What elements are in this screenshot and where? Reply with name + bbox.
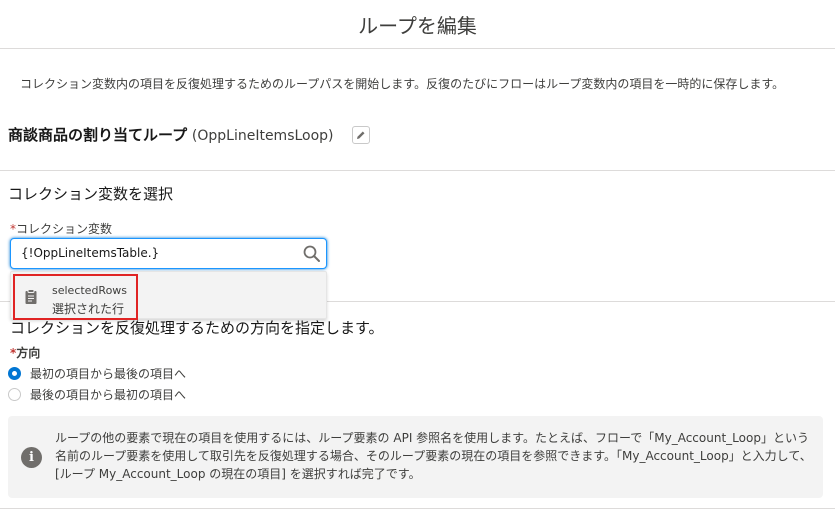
option-subtitle: 選択された行 (52, 302, 125, 316)
collection-field-label-text: コレクション変数 (16, 222, 113, 236)
radio-label: 最初の項目から最後の項目へ (30, 366, 187, 381)
collection-field-label: *コレクション変数 (10, 220, 112, 237)
direction-section-heading: コレクションを反復処理するための方向を指定します。 (10, 319, 384, 337)
radio-selected-indicator[interactable] (8, 366, 21, 380)
collection-input-value: {!OppLineItemsTable.} (21, 246, 160, 260)
edit-name-button[interactable] (352, 126, 370, 144)
element-api-name: (OppLineItemsLoop) (191, 128, 334, 144)
radio-first-to-last[interactable]: 最初の項目から最後の項目へ (8, 364, 186, 382)
direction-label-text: 方向 (16, 346, 41, 360)
option-title: selectedRows (52, 284, 128, 297)
info-text: ループの他の要素で現在の項目を使用するには、ループ要素の API 参照名を使用し… (55, 431, 812, 481)
description-text: コレクション変数内の項目を反復処理するためのループパスを開始します。反復のたびに… (20, 77, 785, 91)
pencil-icon (357, 131, 365, 139)
element-label: 商談商品の割り当てループ (8, 126, 188, 144)
footer-divider (0, 508, 835, 509)
element-name: 商談商品の割り当てループ (OppLineItemsLoop) (8, 124, 334, 145)
collection-variable-input[interactable]: {!OppLineItemsTable.} (10, 238, 327, 269)
search-icon (303, 245, 320, 262)
direction-label: *方向 (10, 344, 40, 361)
radio-last-to-first[interactable]: 最後の項目から最初の項目へ (8, 385, 186, 403)
header-divider (0, 48, 835, 49)
section-divider (0, 170, 835, 171)
collection-section-heading: コレクション変数を選択 (8, 185, 174, 203)
radio-unselected-indicator[interactable] (8, 387, 21, 401)
modal-title: ループを編集 (358, 14, 477, 38)
info-icon: i (21, 447, 42, 468)
radio-label: 最後の項目から最初の項目へ (30, 387, 187, 402)
clipboard-icon (25, 289, 37, 304)
